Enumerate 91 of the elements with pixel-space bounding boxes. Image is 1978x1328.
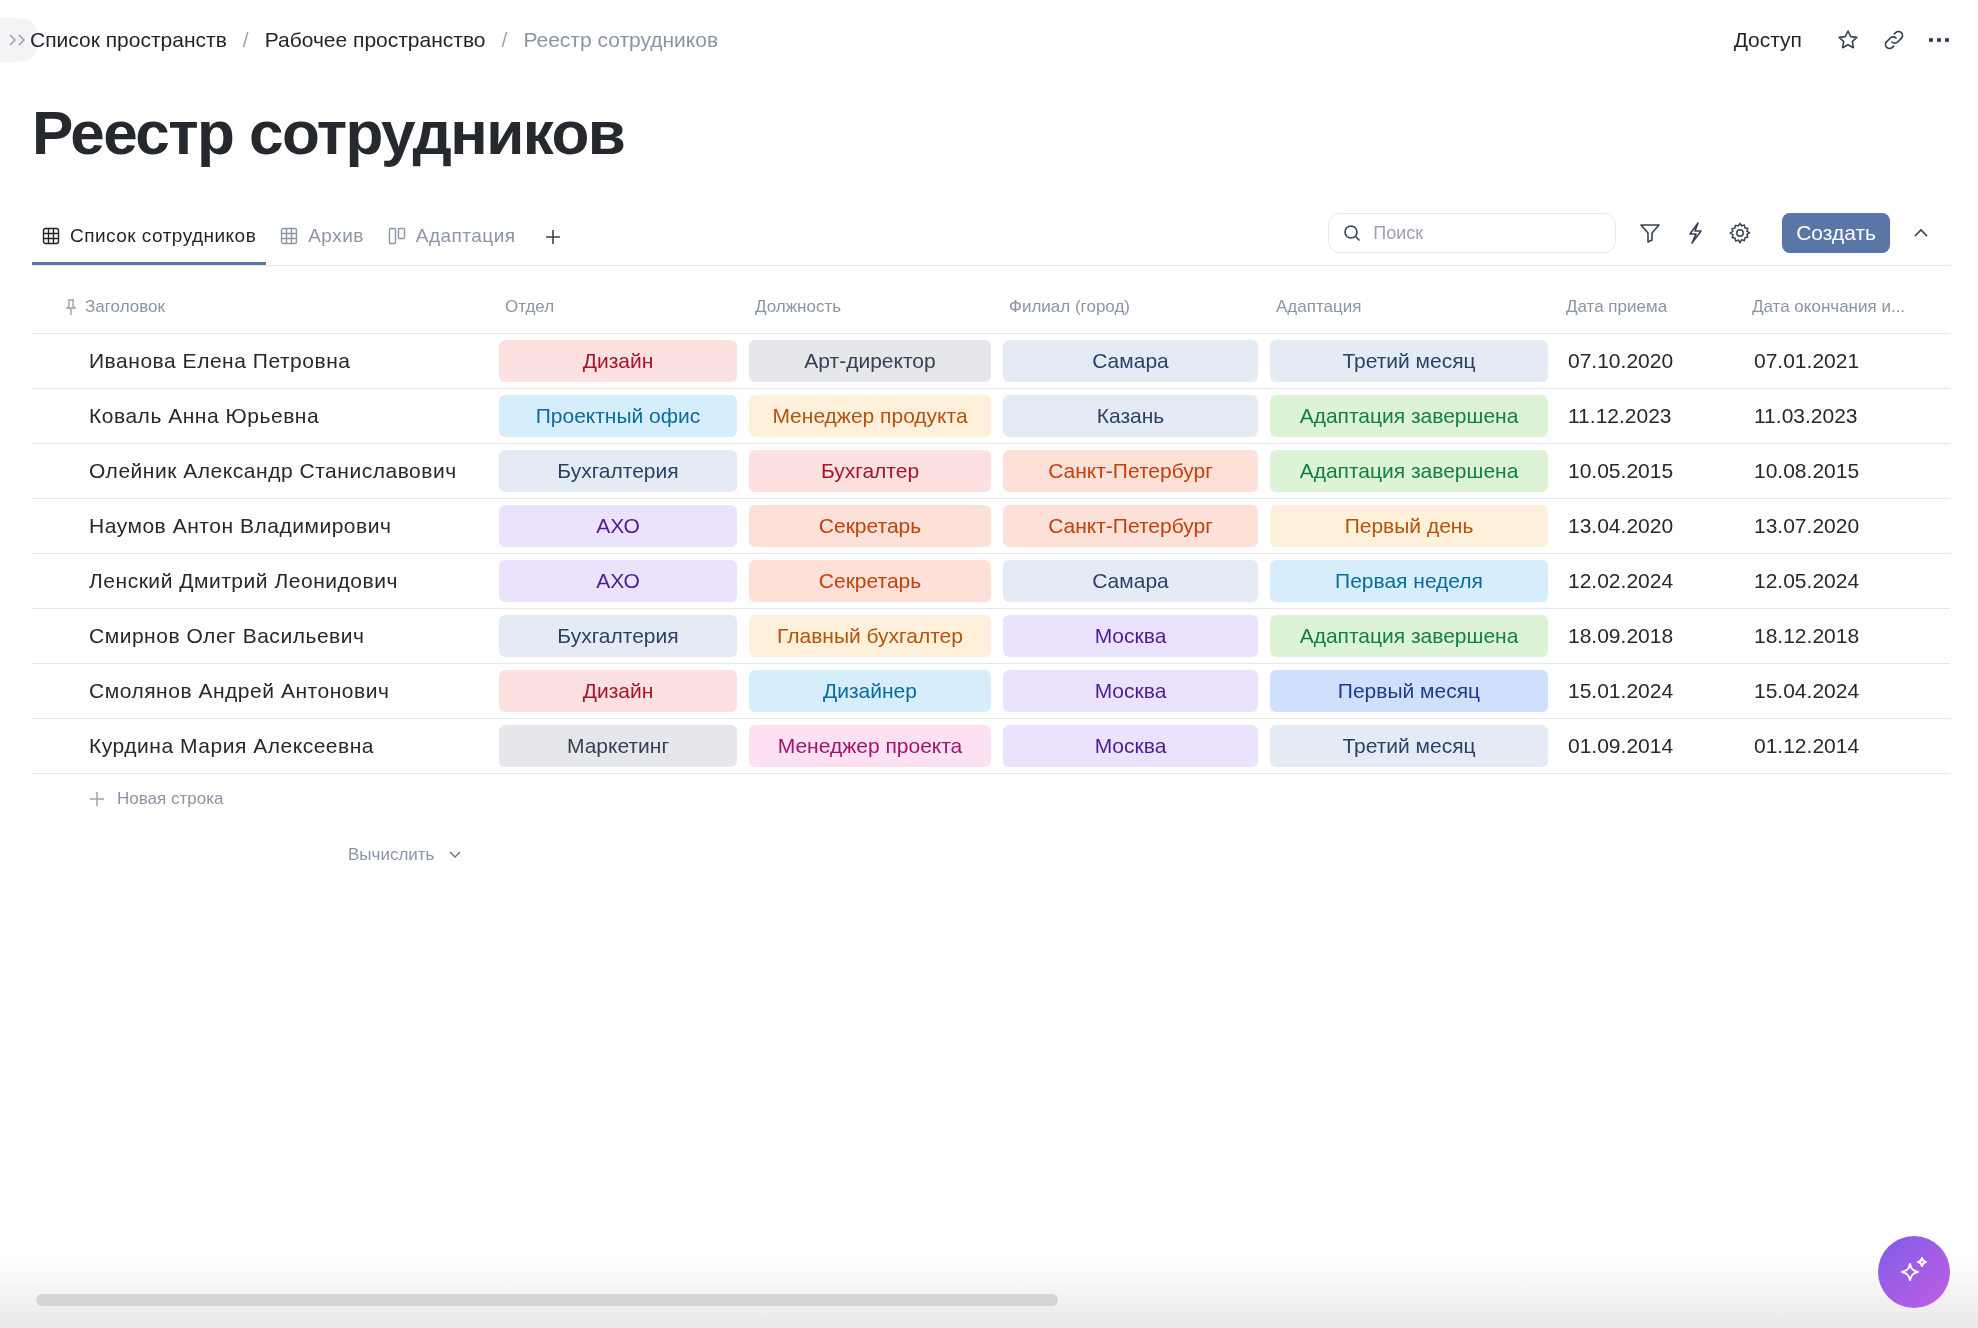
view-tab[interactable]: Список сотрудников [32, 210, 267, 265]
column-header[interactable]: Адаптация [1276, 296, 1362, 316]
tag: Арт-директор [749, 340, 991, 382]
plus-icon [89, 790, 105, 807]
table-icon [280, 227, 299, 245]
tag: Дизайн [499, 340, 737, 382]
table-cell: Смирнов Олег Васильевич [89, 624, 365, 648]
calculate-button[interactable]: Вычислить [348, 841, 463, 867]
breadcrumb-link[interactable]: Список пространств [30, 24, 227, 56]
table-cell: 10.08.2015 [1754, 459, 1860, 483]
collapse-chevron-icon[interactable] [1912, 227, 1930, 239]
breadcrumb-link[interactable]: Реестр сотрудников [523, 24, 719, 56]
table-cell: Олейник Александр Станиславович [89, 459, 457, 483]
tag: АХО [499, 505, 737, 547]
tag: Менеджер продукта [749, 395, 991, 437]
table-cell: 12.02.2024 [1568, 569, 1674, 593]
horizontal-scrollbar[interactable] [36, 1294, 1058, 1306]
tag: Адаптация завершена [1270, 615, 1548, 657]
tag: Секретарь [749, 505, 991, 547]
table-cell: 01.12.2014 [1754, 734, 1860, 758]
tag: Москва [1003, 725, 1258, 767]
settings-icon[interactable] [1728, 221, 1753, 245]
tag: Адаптация завершена [1270, 450, 1548, 492]
breadcrumb-link[interactable]: Рабочее пространство [264, 24, 486, 56]
table-cell: 18.12.2018 [1754, 624, 1860, 648]
table-cell: 10.05.2015 [1568, 459, 1674, 483]
column-header[interactable]: Отдел [505, 296, 555, 316]
breadcrumb-separator: / [242, 27, 249, 54]
tag: Москва [1003, 670, 1258, 712]
tag: Самара [1003, 560, 1258, 602]
chevron-down-icon [448, 849, 463, 860]
table-cell: Курдина Мария Алексеевна [89, 734, 375, 758]
filter-icon[interactable] [1638, 221, 1663, 245]
tag: Бухгалтер [749, 450, 991, 492]
star-icon[interactable] [1836, 28, 1860, 52]
tag: Дизайнер [749, 670, 991, 712]
tag: Бухгалтерия [499, 615, 737, 657]
table-cell: 13.04.2020 [1568, 514, 1674, 538]
column-header[interactable]: Дата приема [1566, 296, 1668, 316]
plus-icon [543, 227, 562, 246]
column-header[interactable]: Заголовок [85, 293, 165, 320]
table-cell: 01.09.2014 [1568, 734, 1674, 758]
table-cell: 15.04.2024 [1754, 679, 1860, 703]
tag: Бухгалтерия [499, 450, 737, 492]
tag: Проектный офис [499, 395, 737, 437]
table-icon [42, 227, 60, 245]
create-button[interactable]: Создать [1782, 213, 1890, 253]
new-row-button[interactable]: Новая строка [89, 786, 224, 812]
tag: Третий месяц [1270, 340, 1548, 382]
view-tab[interactable]: Архив [270, 210, 374, 265]
board-icon [387, 227, 406, 245]
view-tab[interactable]: Адаптация [377, 210, 526, 265]
tag: Секретарь [749, 560, 991, 602]
table-cell: 07.01.2021 [1754, 349, 1860, 373]
table-cell: Ленский Дмитрий Леонидович [89, 569, 398, 593]
table-cell: 12.05.2024 [1754, 569, 1860, 593]
access-button[interactable]: Доступ [1733, 24, 1802, 56]
column-header[interactable]: Должность [755, 296, 842, 316]
table-cell: Иванова Елена Петровна [89, 349, 351, 373]
tag: Казань [1003, 395, 1258, 437]
column-header[interactable]: Филиал (город) [1009, 296, 1130, 316]
tag: Менеджер проекта [749, 725, 991, 767]
tag: Третий месяц [1270, 725, 1548, 767]
tag: Первый день [1270, 505, 1548, 547]
tag: Санкт-Петербург [1003, 505, 1258, 547]
table-cell: Наумов Антон Владимирович [89, 514, 392, 538]
more-icon[interactable] [1928, 37, 1950, 43]
table-cell: 11.03.2023 [1754, 404, 1858, 428]
tag: Самара [1003, 340, 1258, 382]
column-header[interactable]: Дата окончания и... [1752, 296, 1906, 316]
tag: Дизайн [499, 670, 737, 712]
table-cell: 15.01.2024 [1568, 679, 1674, 703]
tag: Санкт-Петербург [1003, 450, 1258, 492]
link-icon[interactable] [1882, 28, 1906, 52]
table-cell: Коваль Анна Юрьевна [89, 404, 320, 428]
search-icon [1343, 224, 1362, 242]
search-field[interactable]: Поиск [1328, 213, 1617, 253]
tag: АХО [499, 560, 737, 602]
table-cell: 07.10.2020 [1568, 349, 1674, 373]
tag: Адаптация завершена [1270, 395, 1548, 437]
tag: Главный бухгалтер [749, 615, 991, 657]
tag: Первый месяц [1270, 670, 1548, 712]
table-cell: 11.12.2023 [1568, 404, 1672, 428]
breadcrumb-separator: / [501, 27, 508, 54]
tag: Первая неделя [1270, 560, 1548, 602]
table-cell: Смолянов Андрей Антонович [89, 679, 390, 703]
table-cell: 18.09.2018 [1568, 624, 1674, 648]
tag: Маркетинг [499, 725, 737, 767]
pin-icon [65, 297, 77, 316]
table-cell: 13.07.2020 [1754, 514, 1860, 538]
tag: Москва [1003, 615, 1258, 657]
